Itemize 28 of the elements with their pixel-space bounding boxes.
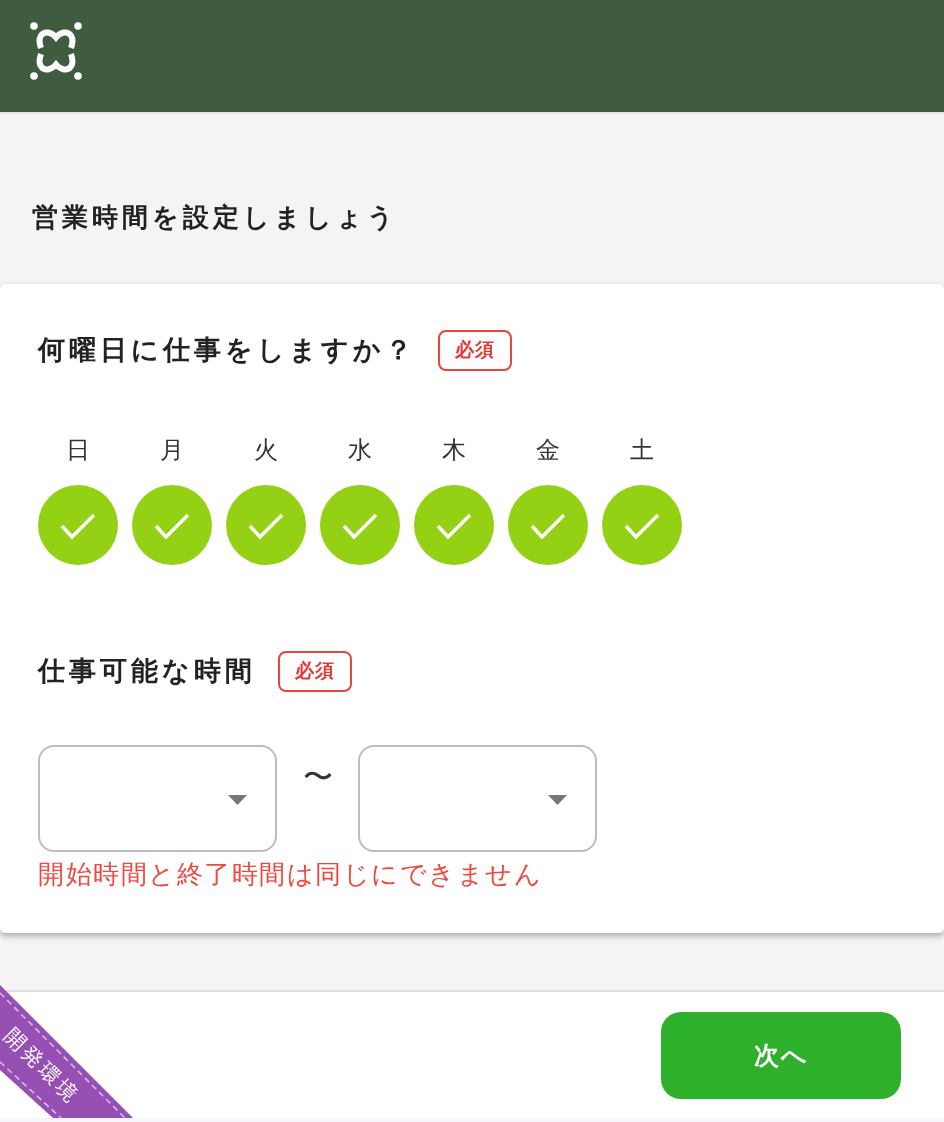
range-separator: 〜 <box>301 759 334 795</box>
logo-icon <box>30 22 82 80</box>
day-label: 月 <box>160 435 184 465</box>
day-label: 日 <box>66 435 90 465</box>
day-label: 火 <box>254 435 278 465</box>
ribbon-label: 開発環境 <box>0 1023 85 1109</box>
day-label: 金 <box>536 435 560 465</box>
required-badge: 必須 <box>278 651 352 692</box>
question-title: 何曜日に仕事をしますか？ <box>38 334 416 367</box>
next-button[interactable]: 次へ <box>661 1012 901 1099</box>
check-icon <box>436 512 472 540</box>
day-label: 木 <box>442 435 466 465</box>
error-message: 開始時間と終了時間は同じにできません <box>38 858 543 891</box>
time-select[interactable] <box>358 745 597 852</box>
day-label: 土 <box>630 435 654 465</box>
check-icon <box>154 512 190 540</box>
caret-down-icon <box>228 795 247 805</box>
caret-down-icon <box>548 795 567 805</box>
check-icon <box>530 512 566 540</box>
page-title: 営業時間を設定しましょう <box>31 201 399 234</box>
check-icon <box>342 512 378 540</box>
question-title: 仕事可能な時間 <box>38 655 256 688</box>
check-icon <box>60 512 96 540</box>
check-icon <box>248 512 284 540</box>
day-label: 水 <box>348 435 372 465</box>
time-select[interactable] <box>38 745 277 852</box>
required-badge: 必須 <box>438 330 512 371</box>
check-icon <box>624 512 660 540</box>
